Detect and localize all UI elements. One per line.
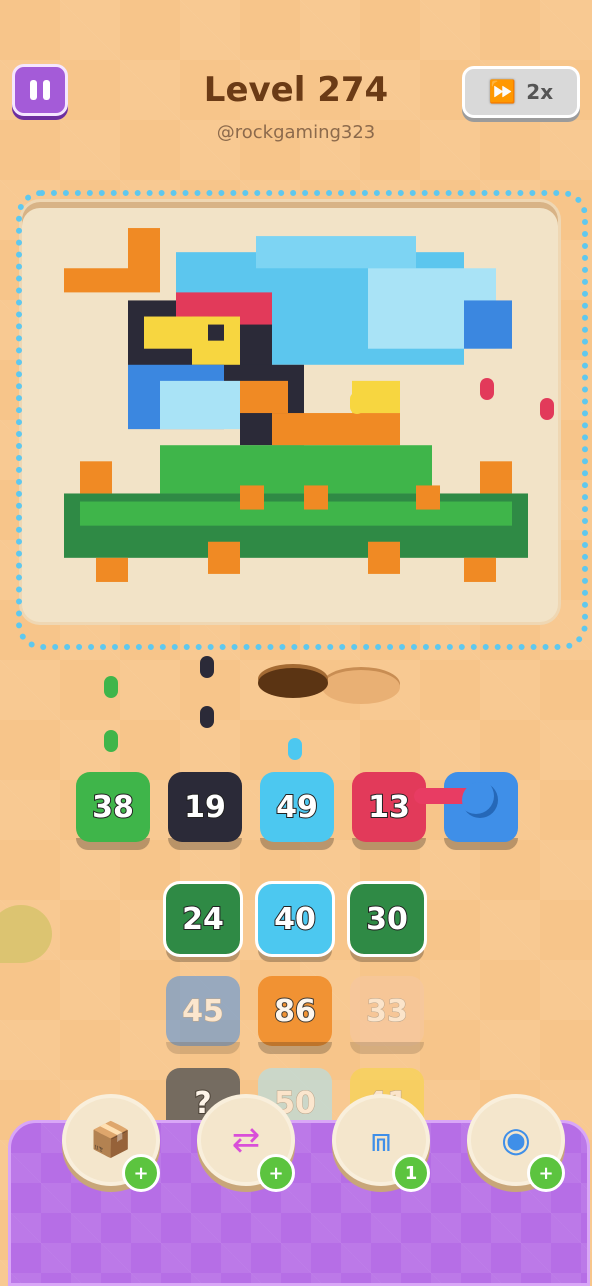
red-ant [480,378,494,400]
ant-nest-mound [322,670,400,704]
red-ant [540,398,554,420]
booster-badge: + [257,1154,295,1192]
tile-count: 33 [366,993,409,1029]
grid-tile: 33 [350,976,424,1054]
grid-tile: 86 [258,976,332,1054]
grid-tile[interactable]: 40 [255,881,335,962]
pixel-art-toucan [64,220,528,590]
active-queue: 38 19 49 13 [76,772,518,850]
booster-bar: 📦 + ⇄ + ⩎ 1 ◉ + [62,1094,565,1192]
decor-leaf [0,905,52,963]
tile-count: 86 [273,993,317,1030]
tile-count: 19 [183,789,227,826]
grid-tile: 45 [166,976,240,1054]
magnet-booster[interactable]: ⩎ 1 [332,1094,430,1192]
speed-label: 2x [526,80,554,104]
speed-button[interactable]: ⏩ 2x [462,66,580,118]
tile-count: 13 [367,789,411,826]
arrows-swap-icon: ⇄ [231,1120,261,1160]
booster-badge: + [527,1154,565,1192]
blue-ant [288,738,302,760]
username-watermark: @rockgaming323 [216,122,376,143]
queue-tile[interactable]: 19 [168,772,242,850]
add-box-icon: 📦 [89,1120,133,1160]
swap-booster[interactable]: ⇄ + [197,1094,295,1192]
tile-count: 40 [273,901,317,938]
tile-count: 49 [275,789,319,826]
add-slot-booster[interactable]: 📦 + [62,1094,160,1192]
queue-tile[interactable]: 13 [352,772,426,850]
cannon-booster[interactable]: ◉ + [467,1094,565,1192]
yellow-ant [350,392,364,414]
booster-badge: 1 [392,1154,430,1192]
cannon-icon: ◉ [501,1120,531,1160]
cannon-icon [462,782,498,818]
black-ant [200,656,214,678]
queue-tile[interactable]: 38 [76,772,150,850]
tile-count: 38 [91,789,135,826]
tile-count: 45 [182,993,225,1029]
grid-tile[interactable]: 24 [163,881,243,962]
grid-tile[interactable]: 30 [347,881,427,962]
green-ant [104,730,118,752]
green-ant [104,676,118,698]
tile-count: 24 [181,901,225,938]
queue-tile[interactable]: 49 [260,772,334,850]
magnet-claw-icon: ⩎ [371,1120,391,1160]
ant-nest-hole [258,668,328,698]
black-ant [200,706,214,728]
booster-badge: + [122,1154,160,1192]
tile-count: 30 [365,901,409,938]
fast-forward-icon: ⏩ [488,79,517,105]
